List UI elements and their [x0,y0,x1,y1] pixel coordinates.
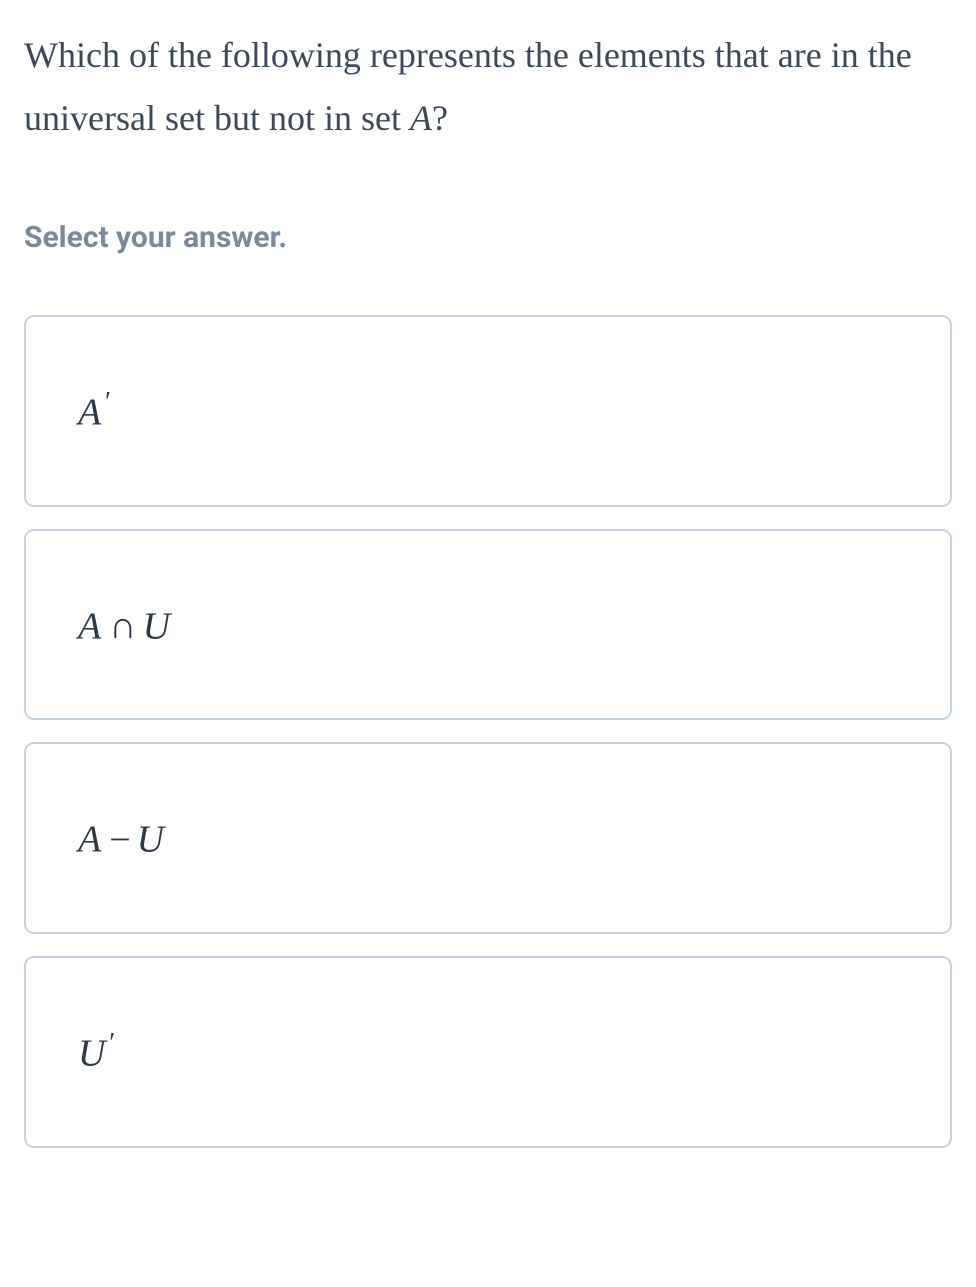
option-var1: A [78,819,101,861]
options-list: A′ A∩U A−U U′ [24,315,952,1148]
option-op: − [109,819,130,861]
question-suffix: ? [432,98,448,138]
question-text: Which of the following represents the el… [24,24,952,150]
option-var1: A [78,605,101,647]
instruction-text: Select your answer. [24,220,952,255]
option-var1: A [78,392,101,434]
option-var1: U [78,1033,105,1075]
option-a-prime[interactable]: A′ [24,315,952,507]
option-prime1: ′ [103,387,109,418]
option-var2: U [143,605,170,647]
option-prime1: ′ [107,1028,113,1059]
option-op: ∩ [109,605,136,647]
option-a-minus-u[interactable]: A−U [24,742,952,934]
option-var2: U [137,819,164,861]
option-a-intersect-u[interactable]: A∩U [24,529,952,721]
option-u-prime[interactable]: U′ [24,956,952,1148]
question-prefix: Which of the following represents the el… [24,35,912,138]
question-math-var: A [410,98,432,138]
